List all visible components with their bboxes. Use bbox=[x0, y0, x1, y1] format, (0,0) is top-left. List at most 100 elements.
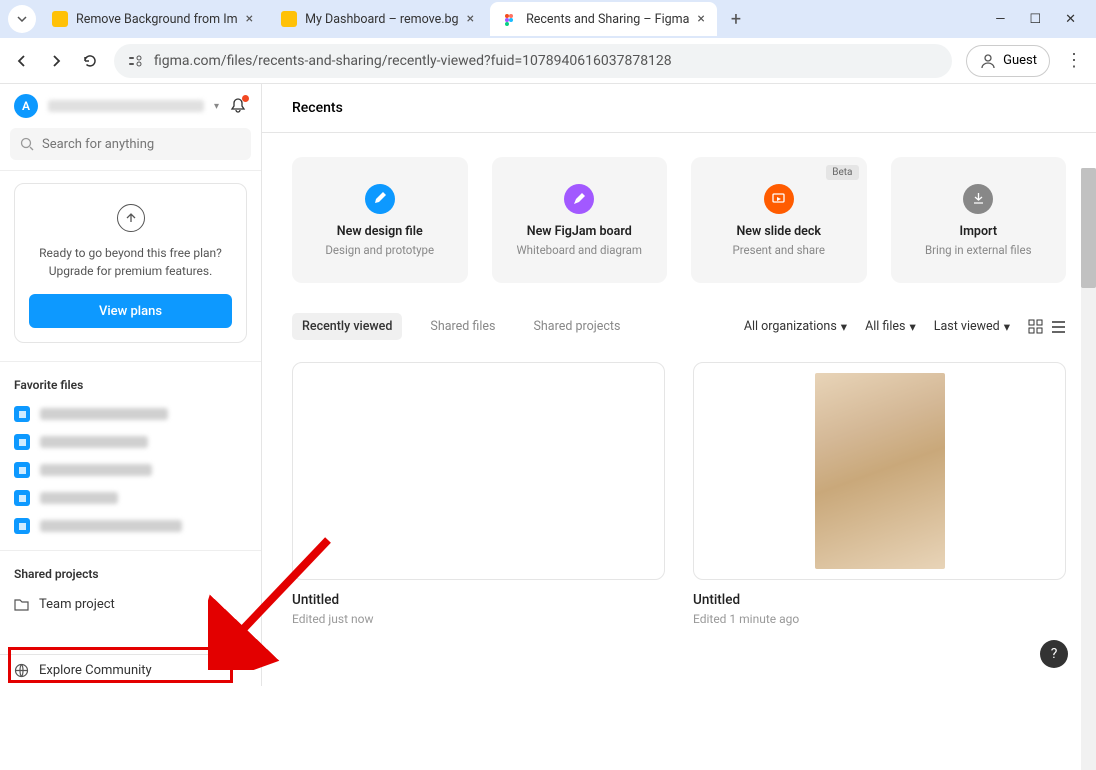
filter-files[interactable]: All files ▾ bbox=[865, 319, 916, 335]
scrollbar[interactable] bbox=[1081, 168, 1096, 770]
create-card-new-design-file[interactable]: New design file Design and prototype bbox=[292, 157, 468, 283]
file-card[interactable]: Untitled Edited 1 minute ago bbox=[693, 362, 1066, 626]
search-icon bbox=[20, 137, 34, 151]
browser-tab-strip: Remove Background from Im × My Dashboard… bbox=[0, 0, 1096, 38]
card-subtitle: Bring in external files bbox=[925, 243, 1032, 257]
card-subtitle: Present and share bbox=[733, 243, 826, 257]
thumbnail-image bbox=[815, 373, 945, 569]
view-plans-button[interactable]: View plans bbox=[29, 294, 232, 328]
page-title: Recents bbox=[262, 84, 1096, 133]
card-title: New design file bbox=[337, 224, 423, 239]
folder-icon bbox=[14, 598, 29, 611]
list-view-icon[interactable] bbox=[1051, 319, 1066, 334]
favorite-file-item[interactable] bbox=[0, 400, 261, 428]
browser-tab-1[interactable]: My Dashboard – remove.bg × bbox=[269, 2, 486, 36]
card-title: Import bbox=[959, 224, 997, 239]
minimize-icon[interactable]: — bbox=[995, 12, 1005, 27]
url-text: figma.com/files/recents-and-sharing/rece… bbox=[154, 53, 938, 69]
close-window-icon[interactable]: ✕ bbox=[1065, 12, 1076, 27]
search-input[interactable] bbox=[10, 128, 251, 160]
file-icon bbox=[14, 518, 30, 534]
notification-dot-icon bbox=[242, 95, 249, 102]
file-name: Untitled bbox=[693, 592, 1066, 608]
new-tab-button[interactable]: + bbox=[721, 9, 751, 30]
slides-icon bbox=[764, 184, 794, 214]
favicon-icon bbox=[281, 11, 297, 27]
favorite-file-item[interactable] bbox=[0, 484, 261, 512]
upload-arrow-icon bbox=[117, 204, 145, 232]
chevron-down-icon[interactable]: ▾ bbox=[214, 101, 219, 112]
favorite-name-redacted bbox=[40, 492, 118, 504]
favicon-icon bbox=[52, 11, 68, 27]
file-icon bbox=[14, 406, 30, 422]
scrollbar-thumb[interactable] bbox=[1081, 168, 1096, 288]
close-tab-icon[interactable]: × bbox=[467, 11, 474, 27]
favorite-file-item[interactable] bbox=[0, 512, 261, 540]
chevron-down-icon: ▾ bbox=[909, 319, 915, 335]
reload-button[interactable] bbox=[80, 51, 100, 71]
browser-menu-button[interactable]: ⋮ bbox=[1064, 50, 1084, 71]
file-thumbnail bbox=[292, 362, 665, 580]
file-card[interactable]: Untitled Edited just now bbox=[292, 362, 665, 626]
beta-badge: Beta bbox=[826, 165, 858, 180]
upgrade-plan-card: Ready to go beyond this free plan? Upgra… bbox=[14, 183, 247, 343]
site-settings-icon[interactable] bbox=[128, 54, 144, 68]
sidebar: A ▾ Ready to go beyond this free plan? U… bbox=[0, 84, 262, 686]
file-icon bbox=[14, 462, 30, 478]
search-field[interactable] bbox=[42, 137, 241, 152]
favorite-name-redacted bbox=[40, 408, 168, 420]
filter-sort[interactable]: Last viewed ▾ bbox=[934, 319, 1010, 335]
favorite-name-redacted bbox=[40, 436, 148, 448]
filters-row: Recently viewed Shared files Shared projec… bbox=[292, 313, 1066, 340]
profile-guest-button[interactable]: Guest bbox=[966, 45, 1050, 77]
favorite-file-item[interactable] bbox=[0, 456, 261, 484]
file-meta: Edited just now bbox=[292, 612, 665, 626]
browser-toolbar: figma.com/files/recents-and-sharing/rece… bbox=[0, 38, 1096, 84]
favorite-name-redacted bbox=[40, 520, 182, 532]
account-switcher[interactable]: A ▾ bbox=[0, 84, 261, 128]
card-subtitle: Design and prototype bbox=[325, 243, 434, 257]
browser-tab-2[interactable]: Recents and Sharing – Figma × bbox=[490, 2, 717, 36]
maximize-icon[interactable]: ☐ bbox=[1029, 12, 1041, 27]
guest-label: Guest bbox=[1003, 53, 1037, 68]
back-button[interactable] bbox=[12, 51, 32, 71]
window-controls: — ☐ ✕ bbox=[983, 12, 1088, 27]
close-tab-icon[interactable]: × bbox=[697, 11, 704, 27]
tab-title: Recents and Sharing – Figma bbox=[526, 12, 689, 27]
close-tab-icon[interactable]: × bbox=[246, 11, 253, 27]
shared-projects-heading: Shared projects bbox=[0, 551, 261, 589]
filter-tab-shared-files[interactable]: Shared files bbox=[420, 313, 505, 340]
filter-organizations[interactable]: All organizations ▾ bbox=[744, 319, 847, 335]
tab-title: Remove Background from Im bbox=[76, 12, 238, 27]
user-email-redacted bbox=[48, 100, 204, 112]
explore-community-item[interactable]: Explore Community bbox=[0, 655, 261, 686]
avatar: A bbox=[14, 94, 38, 118]
tab-search-dropdown[interactable] bbox=[8, 5, 36, 33]
grid-view-icon[interactable] bbox=[1028, 319, 1043, 334]
chevron-down-icon: ▾ bbox=[841, 319, 847, 335]
team-project-item[interactable]: Team project bbox=[0, 589, 261, 620]
address-bar[interactable]: figma.com/files/recents-and-sharing/rece… bbox=[114, 44, 952, 78]
create-card-new-slide-deck[interactable]: Beta New slide deck Present and share bbox=[691, 157, 867, 283]
card-title: New FigJam board bbox=[527, 224, 632, 239]
create-card-import[interactable]: Import Bring in external files bbox=[891, 157, 1067, 283]
create-card-new-figjam-board[interactable]: New FigJam board Whiteboard and diagram bbox=[492, 157, 668, 283]
filter-tab-recently-viewed[interactable]: Recently viewed bbox=[292, 313, 402, 340]
tab-title: My Dashboard – remove.bg bbox=[305, 12, 458, 27]
browser-tab-0[interactable]: Remove Background from Im × bbox=[40, 2, 265, 36]
favorites-heading: Favorite files bbox=[0, 362, 261, 400]
filter-tab-shared-projects[interactable]: Shared projects bbox=[523, 313, 630, 340]
favorite-name-redacted bbox=[40, 464, 152, 476]
chevron-down-icon: ▾ bbox=[1004, 319, 1010, 335]
help-button[interactable]: ? bbox=[1040, 640, 1068, 668]
notifications-button[interactable] bbox=[229, 97, 247, 115]
file-icon bbox=[14, 490, 30, 506]
plan-text: Ready to go beyond this free plan? Upgra… bbox=[29, 244, 232, 280]
card-title: New slide deck bbox=[736, 224, 821, 239]
card-subtitle: Whiteboard and diagram bbox=[516, 243, 642, 257]
favorite-file-item[interactable] bbox=[0, 428, 261, 456]
forward-button[interactable] bbox=[46, 51, 66, 71]
team-project-label: Team project bbox=[39, 597, 115, 612]
person-icon bbox=[979, 52, 997, 70]
explore-community-label: Explore Community bbox=[39, 663, 152, 678]
